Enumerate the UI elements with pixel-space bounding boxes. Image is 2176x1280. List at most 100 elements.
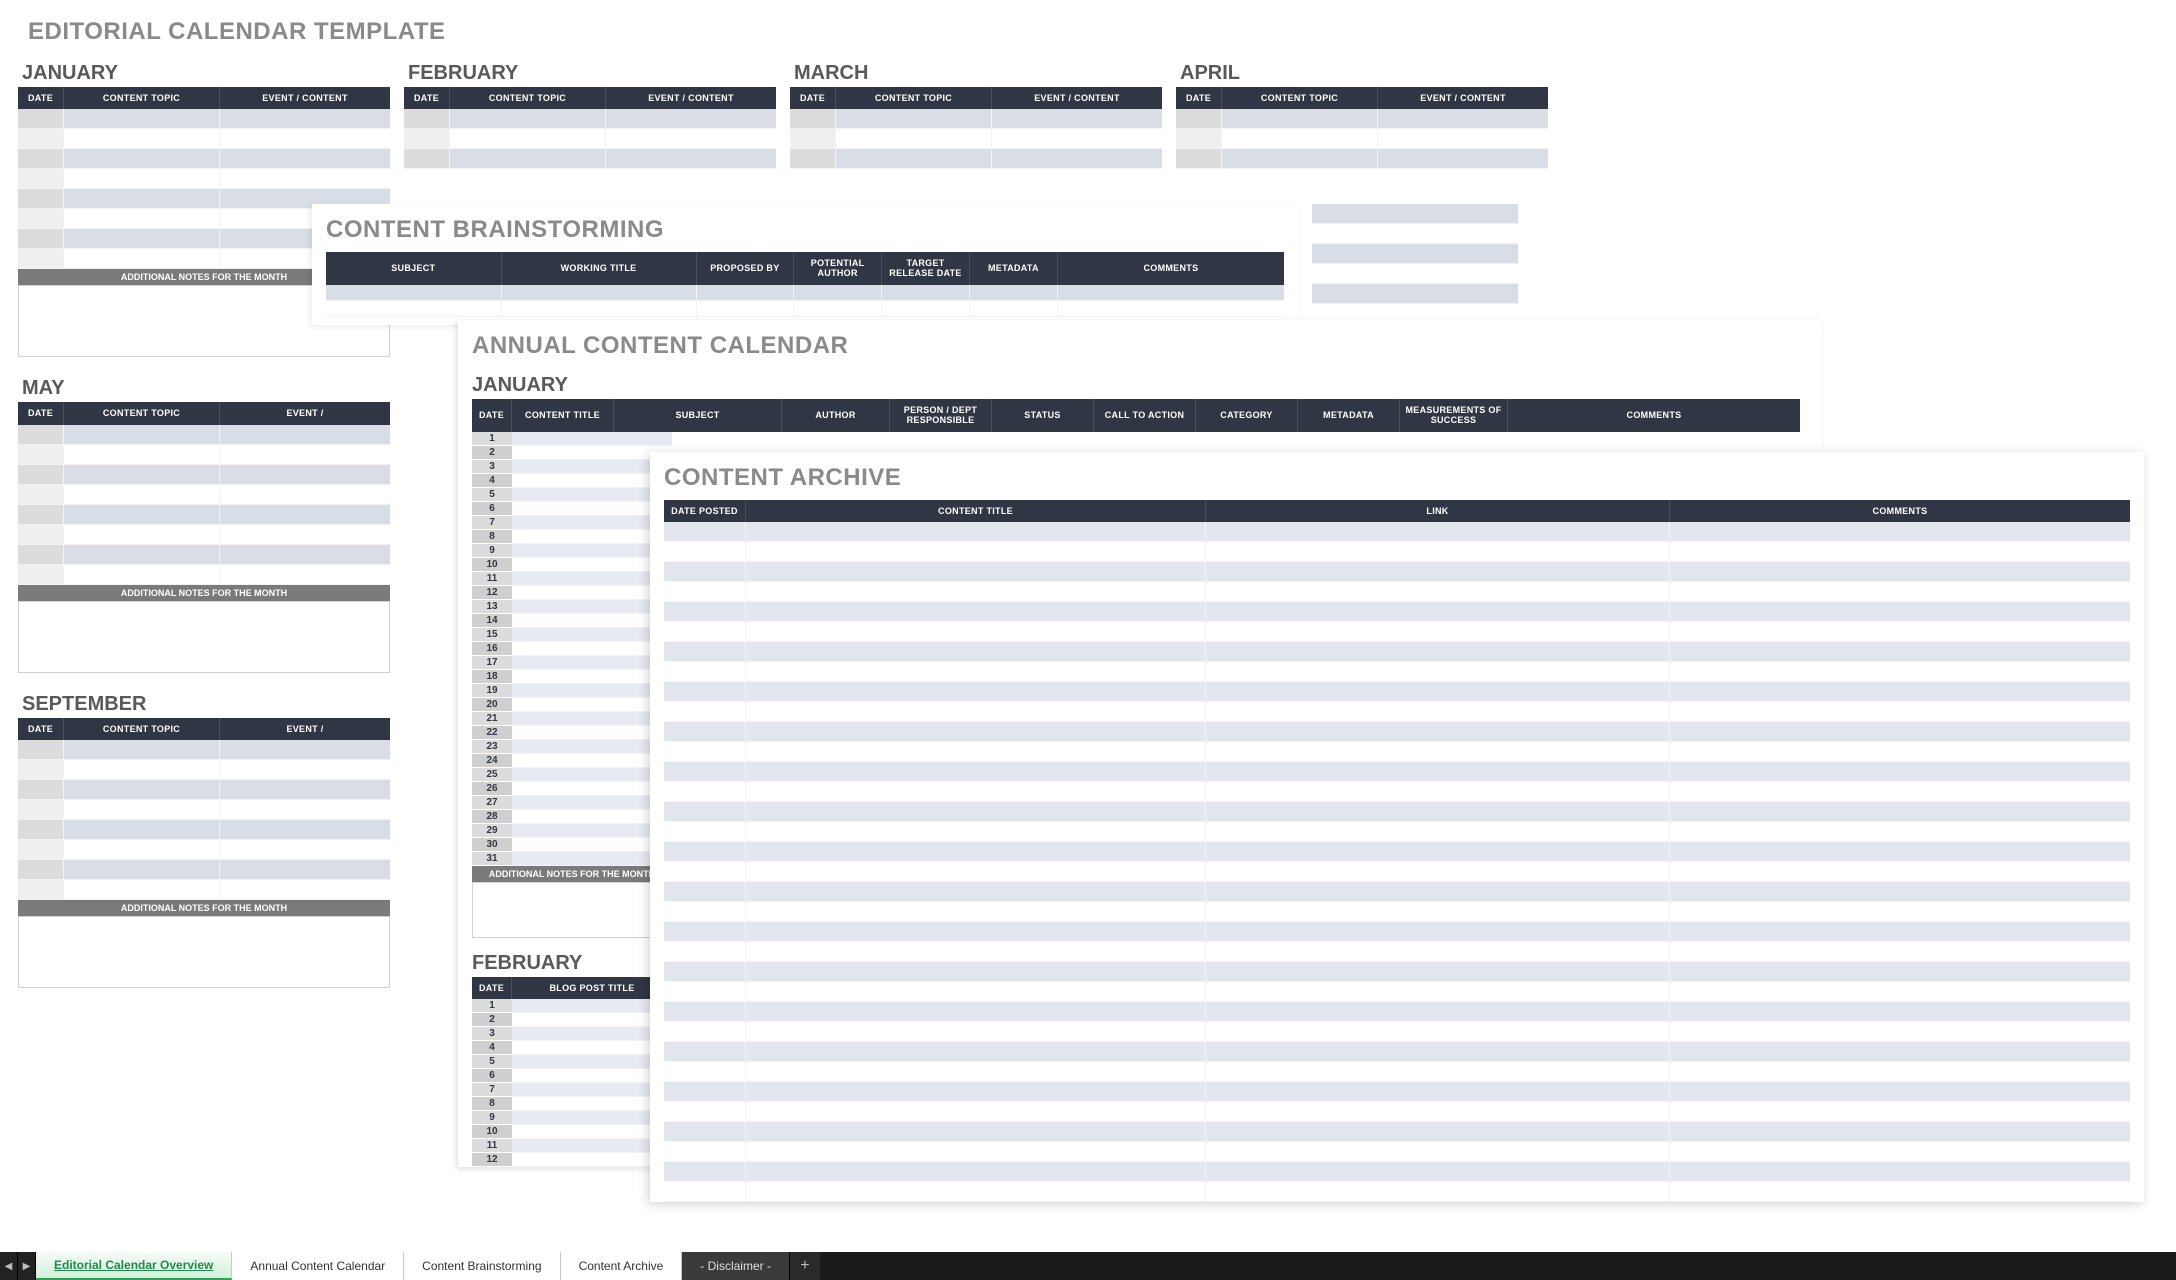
cell[interactable] bbox=[746, 1102, 1206, 1122]
day-cell[interactable]: 9 bbox=[472, 544, 512, 558]
day-cell[interactable]: 7 bbox=[472, 1083, 512, 1097]
cell[interactable] bbox=[502, 285, 697, 301]
cell[interactable] bbox=[450, 109, 606, 129]
day-cell[interactable]: 15 bbox=[472, 628, 512, 642]
cell[interactable] bbox=[220, 465, 390, 485]
cell[interactable] bbox=[1058, 301, 1284, 317]
day-cell[interactable]: 14 bbox=[472, 614, 512, 628]
date-cell[interactable] bbox=[18, 860, 64, 880]
day-cell[interactable]: 2 bbox=[472, 446, 512, 460]
cell[interactable] bbox=[746, 542, 1206, 562]
cell[interactable] bbox=[1670, 802, 2130, 822]
month-row[interactable] bbox=[18, 840, 390, 860]
archive-row[interactable] bbox=[664, 1022, 2130, 1042]
month-row[interactable] bbox=[18, 109, 390, 129]
annual-day-row[interactable]: 10 bbox=[472, 558, 672, 572]
cell[interactable] bbox=[64, 485, 220, 505]
cell[interactable] bbox=[220, 860, 390, 880]
cell[interactable] bbox=[664, 762, 746, 782]
month-body[interactable] bbox=[1176, 109, 1548, 169]
annual-day-row[interactable]: 8 bbox=[472, 530, 672, 544]
day-cell[interactable]: 20 bbox=[472, 698, 512, 712]
cell[interactable] bbox=[992, 129, 1162, 149]
annual-day-row[interactable]: 22 bbox=[472, 726, 672, 740]
cell[interactable] bbox=[746, 1182, 1206, 1202]
tab-editorial-overview[interactable]: Editorial Calendar Overview bbox=[36, 1252, 232, 1280]
day-cell[interactable]: 22 bbox=[472, 726, 512, 740]
date-cell[interactable] bbox=[18, 740, 64, 760]
cell[interactable] bbox=[746, 962, 1206, 982]
annual-day-row[interactable]: 6 bbox=[472, 502, 672, 516]
month-body[interactable] bbox=[790, 109, 1162, 169]
archive-row[interactable] bbox=[664, 582, 2130, 602]
cell[interactable] bbox=[220, 800, 390, 820]
annual-day-row[interactable]: 4 bbox=[472, 474, 672, 488]
cell[interactable] bbox=[1670, 542, 2130, 562]
cell[interactable] bbox=[664, 842, 746, 862]
cell[interactable] bbox=[512, 432, 672, 446]
cell[interactable] bbox=[1670, 702, 2130, 722]
cell[interactable] bbox=[1206, 1102, 1670, 1122]
month-row[interactable] bbox=[404, 149, 776, 169]
cell[interactable] bbox=[746, 982, 1206, 1002]
annual-day-row[interactable]: 9 bbox=[472, 544, 672, 558]
cell[interactable] bbox=[512, 516, 672, 530]
day-cell[interactable]: 4 bbox=[472, 1041, 512, 1055]
cell[interactable] bbox=[1670, 1002, 2130, 1022]
cell[interactable] bbox=[326, 285, 502, 301]
cell[interactable] bbox=[1206, 1122, 1670, 1142]
archive-row[interactable] bbox=[664, 722, 2130, 742]
cell[interactable] bbox=[220, 545, 390, 565]
cell[interactable] bbox=[512, 1111, 672, 1125]
annual-day-row[interactable]: 12 bbox=[472, 586, 672, 600]
cell[interactable] bbox=[746, 1022, 1206, 1042]
cell[interactable] bbox=[1670, 642, 2130, 662]
cell[interactable] bbox=[606, 109, 776, 129]
month-row[interactable] bbox=[1176, 149, 1548, 169]
cell[interactable] bbox=[512, 530, 672, 544]
day-cell[interactable]: 27 bbox=[472, 796, 512, 810]
cell[interactable] bbox=[1206, 622, 1670, 642]
notes-area[interactable] bbox=[18, 916, 390, 988]
cell[interactable] bbox=[512, 698, 672, 712]
month-row[interactable] bbox=[18, 740, 390, 760]
cell[interactable] bbox=[64, 820, 220, 840]
cell[interactable] bbox=[746, 882, 1206, 902]
archive-row[interactable] bbox=[664, 942, 2130, 962]
month-row[interactable] bbox=[18, 505, 390, 525]
cell[interactable] bbox=[664, 782, 746, 802]
cell[interactable] bbox=[697, 301, 795, 317]
month-row[interactable] bbox=[1176, 109, 1548, 129]
cell[interactable] bbox=[664, 882, 746, 902]
cell[interactable] bbox=[746, 742, 1206, 762]
month-row[interactable] bbox=[790, 149, 1162, 169]
date-cell[interactable] bbox=[790, 129, 836, 149]
cell[interactable] bbox=[1670, 822, 2130, 842]
annual-day-row[interactable]: 24 bbox=[472, 754, 672, 768]
cell[interactable] bbox=[664, 982, 746, 1002]
cell[interactable] bbox=[1670, 842, 2130, 862]
month-row[interactable] bbox=[18, 445, 390, 465]
cell[interactable] bbox=[1206, 1082, 1670, 1102]
date-cell[interactable] bbox=[1176, 129, 1222, 149]
day-cell[interactable]: 13 bbox=[472, 600, 512, 614]
tab-brainstorming[interactable]: Content Brainstorming bbox=[404, 1252, 560, 1280]
cell[interactable] bbox=[1206, 682, 1670, 702]
cell[interactable] bbox=[664, 1002, 746, 1022]
archive-row[interactable] bbox=[664, 662, 2130, 682]
annual-day-row[interactable]: 28 bbox=[472, 810, 672, 824]
cell[interactable] bbox=[664, 802, 746, 822]
cell[interactable] bbox=[664, 722, 746, 742]
month-row[interactable] bbox=[18, 565, 390, 585]
date-cell[interactable] bbox=[18, 840, 64, 860]
cell[interactable] bbox=[512, 460, 672, 474]
cell[interactable] bbox=[512, 1083, 672, 1097]
date-cell[interactable] bbox=[18, 129, 64, 149]
cell[interactable] bbox=[1222, 109, 1378, 129]
cell[interactable] bbox=[512, 1097, 672, 1111]
cell[interactable] bbox=[64, 129, 220, 149]
day-cell[interactable]: 26 bbox=[472, 782, 512, 796]
cell[interactable] bbox=[1378, 149, 1548, 169]
day-cell[interactable]: 11 bbox=[472, 1139, 512, 1153]
cell[interactable] bbox=[1206, 1062, 1670, 1082]
